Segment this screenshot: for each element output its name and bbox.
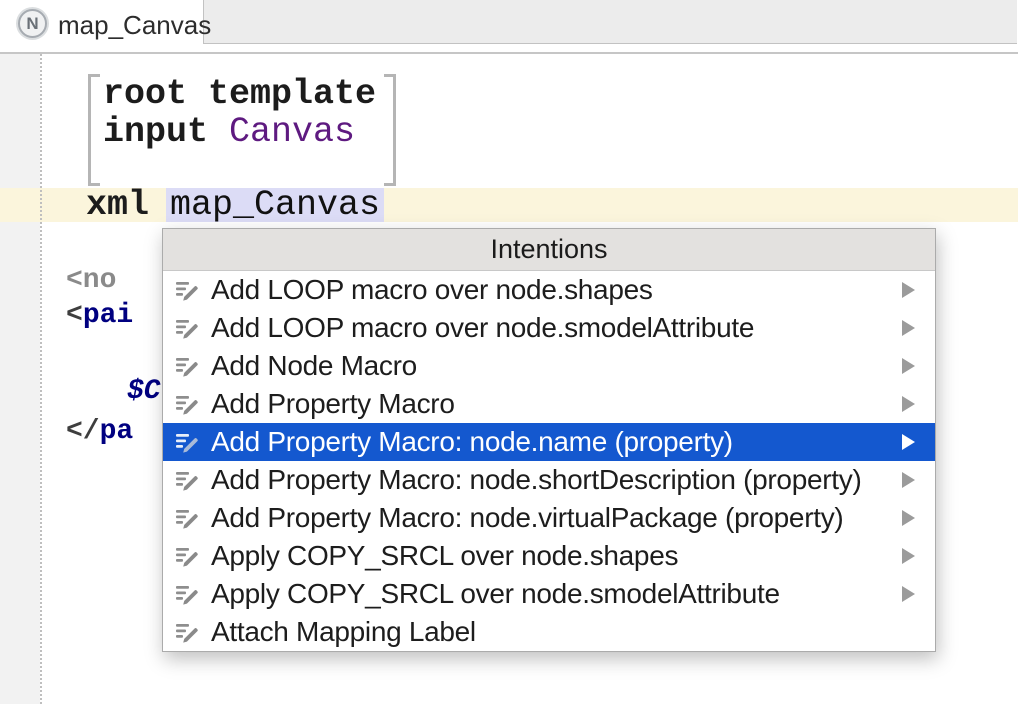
- submenu-arrow-icon: [902, 548, 915, 564]
- menu-item-label: Add Property Macro: node.virtualPackage …: [211, 502, 843, 534]
- intention-pencil-icon: [175, 316, 201, 340]
- code-fragment-close-tag[interactable]: </pa: [66, 417, 133, 447]
- intention-pencil-icon: [175, 544, 201, 568]
- menu-item-label: Apply COPY_SRCL over node.shapes: [211, 540, 678, 572]
- block-bracket-right-icon: [384, 74, 396, 186]
- menu-item-label: Add Node Macro: [211, 350, 417, 382]
- submenu-arrow-icon: [902, 320, 915, 336]
- gutter-separator-line: [40, 54, 42, 704]
- menu-item[interactable]: Add LOOP macro over node.shapes: [163, 271, 935, 309]
- node-concept-icon: N: [18, 9, 47, 38]
- intention-pencil-icon: [175, 430, 201, 454]
- tab-strip-empty-area: [203, 0, 1017, 44]
- menu-item[interactable]: Add Node Macro: [163, 347, 935, 385]
- code-fragment-macro[interactable]: $C: [127, 377, 161, 407]
- submenu-arrow-icon: [902, 472, 915, 488]
- input-concept-line[interactable]: input Canvas: [103, 113, 355, 151]
- menu-item-label: Apply COPY_SRCL over node.smodelAttribut…: [211, 578, 780, 610]
- submenu-arrow-icon: [902, 396, 915, 412]
- editor-gutter: [0, 54, 40, 704]
- mps-editor-window: N map_Canvas root template input Canvas x…: [0, 0, 1018, 704]
- intention-pencil-icon: [175, 620, 201, 644]
- xml-keyword: xml: [86, 185, 149, 225]
- menu-item[interactable]: Attach Mapping Label: [163, 613, 935, 651]
- intention-pencil-icon: [175, 468, 201, 492]
- intentions-popup-title: Intentions: [163, 229, 935, 271]
- code-fragment-open-tag[interactable]: <pai: [66, 301, 133, 331]
- root-template-keyword[interactable]: root template: [103, 75, 376, 113]
- menu-item-label: Add LOOP macro over node.smodelAttribute: [211, 312, 754, 344]
- tag-bracket: <: [66, 300, 83, 331]
- intentions-popup: Intentions Add LOOP macro over node.shap…: [162, 228, 936, 652]
- submenu-arrow-icon: [902, 358, 915, 374]
- menu-item-label: Attach Mapping Label: [211, 616, 476, 648]
- tag-name: pa: [100, 416, 134, 447]
- menu-item-label: Add Property Macro: node.shortDescriptio…: [211, 464, 861, 496]
- menu-item[interactable]: Apply COPY_SRCL over node.shapes: [163, 537, 935, 575]
- menu-item-label: Add LOOP macro over node.shapes: [211, 274, 653, 306]
- menu-item-label: Add Property Macro: node.name (property): [211, 426, 733, 458]
- tab-title: map_Canvas: [58, 10, 211, 41]
- menu-item[interactable]: Add Property Macro: [163, 385, 935, 423]
- input-concept-name[interactable]: Canvas: [229, 112, 355, 152]
- code-fragment-node-tag[interactable]: <no: [66, 266, 116, 296]
- tag-name: pai: [83, 300, 133, 331]
- tab-map-canvas[interactable]: N map_Canvas: [0, 0, 203, 52]
- block-bracket-left-icon: [88, 74, 100, 186]
- intention-pencil-icon: [175, 392, 201, 416]
- input-keyword: input: [103, 112, 208, 152]
- editor-tab-bar: N map_Canvas: [0, 0, 1018, 54]
- intention-pencil-icon: [175, 354, 201, 378]
- intention-pencil-icon: [175, 582, 201, 606]
- intention-pencil-icon: [175, 506, 201, 530]
- submenu-arrow-icon: [902, 510, 915, 526]
- menu-item[interactable]: Apply COPY_SRCL over node.smodelAttribut…: [163, 575, 935, 613]
- menu-item[interactable]: Add Property Macro: node.virtualPackage …: [163, 499, 935, 537]
- intentions-list: Add LOOP macro over node.shapes Add LOOP…: [163, 271, 935, 651]
- xml-root-line[interactable]: xmlmap_Canvas: [86, 188, 380, 222]
- selected-cell-map-canvas[interactable]: map_Canvas: [166, 188, 384, 222]
- submenu-arrow-icon: [902, 434, 915, 450]
- menu-item[interactable]: Add LOOP macro over node.smodelAttribute: [163, 309, 935, 347]
- submenu-arrow-icon: [902, 282, 915, 298]
- menu-item[interactable]: Add Property Macro: node.shortDescriptio…: [163, 461, 935, 499]
- submenu-arrow-icon: [902, 586, 915, 602]
- intention-pencil-icon: [175, 278, 201, 302]
- tag-bracket: </: [66, 416, 100, 447]
- menu-item-label: Add Property Macro: [211, 388, 455, 420]
- menu-item[interactable]: Add Property Macro: node.name (property): [163, 423, 935, 461]
